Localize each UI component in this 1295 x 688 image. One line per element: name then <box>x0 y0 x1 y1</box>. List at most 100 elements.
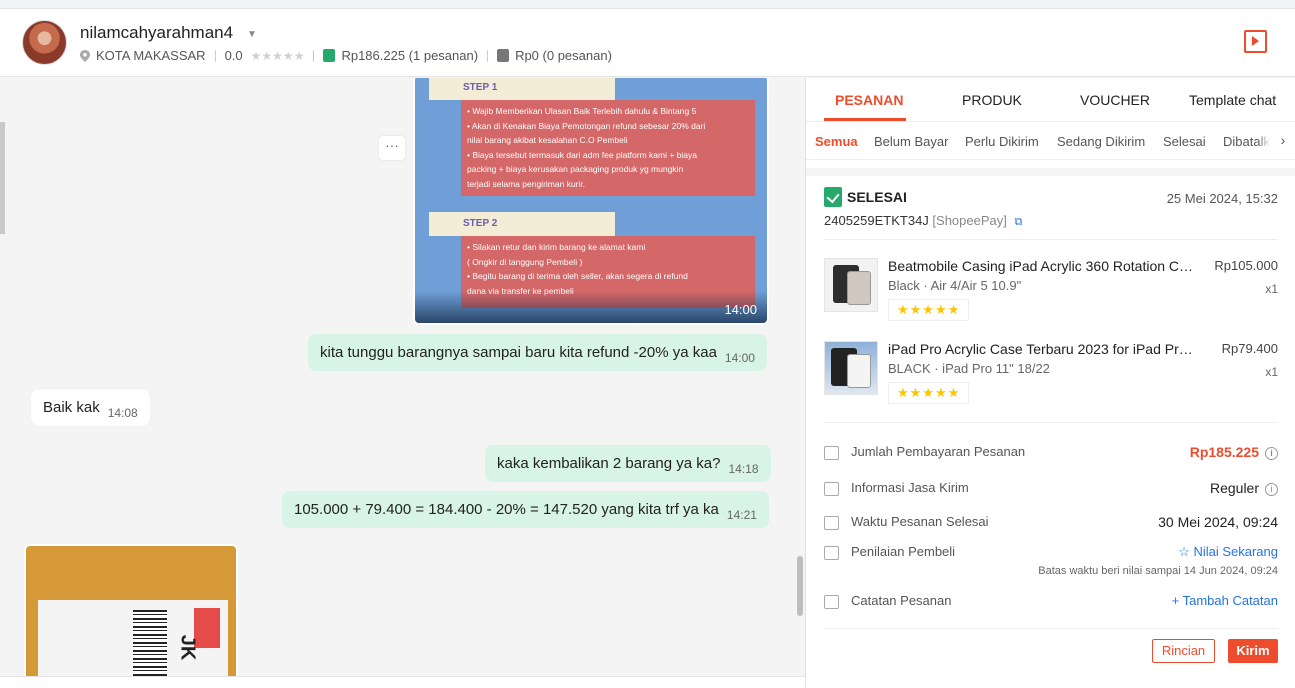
shipping-row: Informasi Jasa Kirim Reguler i <box>824 480 1278 502</box>
subtab-selesai[interactable]: Selesai <box>1163 134 1206 149</box>
product-rating-stars-icon: ★★★★★ <box>888 382 970 404</box>
add-note-link[interactable]: + Tambah Catatan <box>1172 593 1278 608</box>
photo-label-text: JK <box>176 634 199 661</box>
receipt-icon <box>824 446 839 460</box>
chat-messages[interactable]: ··· STEP 1 • Wajib Memberikan Ulasan Bai… <box>0 78 805 688</box>
rating-value: 0.0 <box>224 48 243 63</box>
info-icon[interactable]: i <box>1265 446 1278 460</box>
product-qty: x1 <box>1265 365 1278 379</box>
username[interactable]: nilamcahyarahman4 <box>80 23 233 43</box>
subtab-belum-bayar[interactable]: Belum Bayar <box>874 134 948 149</box>
review-deadline: Batas waktu beri nilai sampai 14 Jun 202… <box>1038 565 1278 577</box>
message-text: kita tunggu barangnya sampai baru kita r… <box>320 344 717 361</box>
window-top-edge <box>0 0 1295 9</box>
order-note-row: Catatan Pesanan + Tambah Catatan <box>824 593 1278 615</box>
star-outline-icon <box>824 546 839 560</box>
send-button[interactable]: Kirim <box>1228 639 1278 663</box>
chat-input-area[interactable] <box>0 676 805 688</box>
step2-line: • Silakan retur dan kirim barang ke alam… <box>467 242 646 252</box>
scrollbar-thumb[interactable] <box>797 556 803 616</box>
product-variant: Black · Air 4/Air 5 10.9" <box>888 278 1022 293</box>
tab-template-chat[interactable]: Template chat <box>1189 92 1276 108</box>
incoming-message[interactable]: Baik kak 14:08 <box>31 389 150 426</box>
step2-line: ( Ongkir di tanggung Pembeli ) <box>467 256 583 267</box>
external-link-icon[interactable]: ⧉ <box>1015 216 1023 228</box>
paid-orders-text: Rp186.225 (1 pesanan) <box>341 48 479 63</box>
subtab-perlu-dikirim[interactable]: Perlu Dikirim <box>965 134 1039 149</box>
product-name: Beatmobile Casing iPad Acrylic 360 Rotat… <box>888 258 1198 274</box>
product-item[interactable]: Beatmobile Casing iPad Acrylic 360 Rotat… <box>824 258 1278 322</box>
chevron-right-icon[interactable]: › <box>1270 122 1295 159</box>
step1-line: • Akan di Kenakan Biaya Pemotongan refun… <box>467 120 706 131</box>
collapse-panel-icon[interactable] <box>1244 30 1267 53</box>
order-id[interactable]: 2405259ETKT34J <box>824 213 929 228</box>
step1-line: nilai barang akibat kesalahan C.O Pembel… <box>467 135 628 145</box>
buyer-meta: KOTA MAKASSAR 0.0 ★★★★★ Rp186.225 (1 pes… <box>80 48 612 63</box>
order-card: SELESAI 25 Mei 2024, 15:32 2405259ETKT34… <box>806 168 1295 688</box>
message-time: 14:08 <box>107 406 138 420</box>
shipping-label: Informasi Jasa Kirim <box>851 480 969 495</box>
truck-icon <box>824 482 839 496</box>
tab-pesanan[interactable]: PESANAN <box>835 92 903 108</box>
message-time: 14:21 <box>726 508 757 522</box>
divider <box>313 49 315 62</box>
shipping-service: Reguler <box>1209 480 1259 496</box>
outgoing-message[interactable]: 105.000 + 79.400 = 184.400 - 20% = 147.5… <box>282 491 769 528</box>
paid-orders-icon <box>323 49 336 62</box>
divider <box>824 422 1278 423</box>
chevron-down-icon[interactable]: ▼ <box>247 29 257 40</box>
rate-now-link[interactable]: ☆ Nilai Sekarang <box>1178 544 1278 560</box>
photo-message[interactable]: JK <box>24 544 238 684</box>
order-side-panel: PESANAN PRODUK VOUCHER Template chat Sem… <box>805 78 1295 688</box>
order-status-filter: Semua Belum Bayar Perlu Dikirim Sedang D… <box>806 122 1295 160</box>
barcode-image <box>133 610 167 680</box>
info-icon[interactable]: i <box>1265 482 1278 496</box>
step1-line: packing + biaya kerusakan packaging prod… <box>467 164 684 174</box>
note-icon <box>824 595 839 609</box>
chat-header: nilamcahyarahman4 ▼ KOTA MAKASSAR 0.0 ★★… <box>0 9 1295 77</box>
message-time: 14:00 <box>724 351 755 365</box>
tab-voucher[interactable]: VOUCHER <box>1080 92 1150 108</box>
left-edge-bar <box>0 122 5 234</box>
completed-time-value: 30 Mei 2024, 09:24 <box>1158 514 1278 530</box>
review-label: Penilaian Pembeli <box>851 544 956 559</box>
payment-total-row: Jumlah Pembayaran Pesanan Rp185.225 i <box>824 444 1278 466</box>
completed-time-label: Waktu Pesanan Selesai <box>851 514 989 529</box>
subtab-semua[interactable]: Semua <box>815 134 858 149</box>
outgoing-message[interactable]: kita tunggu barangnya sampai baru kita r… <box>308 334 767 371</box>
completed-time-row: Waktu Pesanan Selesai 30 Mei 2024, 09:24 <box>824 514 1278 536</box>
product-item[interactable]: iPad Pro Acrylic Case Terbaru 2023 for i… <box>824 341 1278 405</box>
payment-method: [ShopeePay] <box>932 213 1007 228</box>
step2-title: STEP 2 <box>429 212 615 236</box>
avatar[interactable] <box>22 20 67 65</box>
divider <box>214 49 216 62</box>
divider <box>487 49 489 62</box>
product-qty: x1 <box>1265 282 1278 296</box>
message-time: 14:18 <box>728 462 759 476</box>
review-row: Penilaian Pembeli ☆ Nilai Sekarang Batas… <box>824 544 1278 577</box>
payment-total-amount: Rp185.225 <box>1189 444 1259 460</box>
product-price: Rp105.000 <box>1214 258 1278 273</box>
location-pin-icon <box>80 49 90 62</box>
unpaid-orders-icon <box>497 49 510 62</box>
unpaid-orders-text: Rp0 (0 pesanan) <box>515 48 612 63</box>
product-name: iPad Pro Acrylic Case Terbaru 2023 for i… <box>888 341 1198 357</box>
rating-stars-icon: ★★★★★ <box>250 48 305 63</box>
order-date: 25 Mei 2024, 15:32 <box>1166 191 1278 206</box>
step1-box: • Wajib Memberikan Ulasan Baik Terlebih … <box>461 100 755 196</box>
step1-line: • Biaya tersebut termasuk dari adm fee p… <box>467 149 697 160</box>
product-thumbnail <box>824 341 878 395</box>
payment-total-value: Rp185.225 i <box>1190 444 1278 460</box>
tab-produk[interactable]: PRODUK <box>962 92 1022 108</box>
message-text: 105.000 + 79.400 = 184.400 - 20% = 147.5… <box>294 501 719 518</box>
more-options-button[interactable]: ··· <box>379 136 405 160</box>
order-note-label: Catatan Pesanan <box>851 593 952 608</box>
subtab-sedang-dikirim[interactable]: Sedang Dikirim <box>1057 134 1145 149</box>
step1-line: • Wajib Memberikan Ulasan Baik Terlebih … <box>467 106 697 116</box>
product-rating-stars-icon: ★★★★★ <box>888 299 970 321</box>
completed-check-icon <box>824 187 842 207</box>
detail-button[interactable]: Rincian <box>1152 639 1215 663</box>
step2-line: • Begitu barang di terima oleh seller, a… <box>467 271 688 281</box>
outgoing-message[interactable]: kaka kembalikan 2 barang ya ka? 14:18 <box>485 445 771 482</box>
image-message[interactable]: STEP 1 • Wajib Memberikan Ulasan Baik Te… <box>413 78 769 325</box>
